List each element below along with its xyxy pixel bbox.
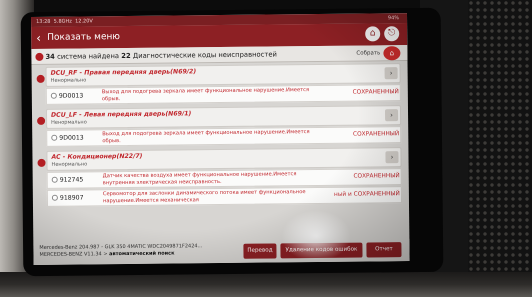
dtc-code: 9D0013 (58, 92, 84, 100)
dtc-description: Выход для подогрева зеркала имеет функци… (102, 129, 310, 144)
module-ac: AC - Кондиционер(N22/7) Ненормально › 91… (32, 147, 408, 207)
codes-label: Диагностические коды неисправностей (132, 50, 277, 60)
status-time: 13:28 (36, 18, 51, 25)
summary-bar: 34 система найдена 22 Диагностические ко… (31, 45, 408, 65)
dtc-status: ный и СОХРАНЕННЫЙ (334, 191, 400, 198)
module-name: DCU_RF - Правая передняя дверь(N69/2) (50, 68, 197, 77)
dtc-code: 9D0013 (59, 134, 84, 142)
vehicle-line2: MERCEDES-BENZ V11.34 > автоматический по… (39, 249, 224, 257)
status-voltage: 12.20V (75, 18, 93, 25)
vehicle-mode: автоматический поиск (109, 250, 175, 257)
vehicle-info: Mercedes-Benz 204.987 - GLK 350 4MATIC W… (39, 243, 224, 258)
tablet-screen: 13:28 5.8GHz 12.20V 94% ‹ Показать меню … (31, 13, 410, 265)
systems-count: 34 (45, 52, 55, 61)
module-name: AC - Кондиционер(N22/7) (51, 152, 143, 161)
dtc-row[interactable]: 9D0013 Выход для подогрева зеркала имеет… (46, 126, 402, 147)
radio-icon[interactable] (51, 134, 58, 141)
home-icon[interactable]: ⌂ (365, 26, 381, 42)
dtc-description: Выход для подогрева зеркала имеет функци… (101, 87, 310, 102)
systems-label: система найдена (57, 52, 120, 61)
radio-icon[interactable] (50, 92, 57, 99)
status-signal: 5.8GHz (53, 18, 72, 25)
dtc-description: Датчик качества воздуха имеет функционал… (102, 171, 297, 186)
back-arrow-icon[interactable]: ‹ (36, 31, 41, 45)
vehicle-prefix: MERCEDES-BENZ V11.34 > (39, 250, 108, 258)
dtc-row[interactable]: 9D0013 Выход для подогрева зеркала имеет… (45, 84, 401, 105)
error-indicator-icon (36, 74, 45, 83)
collect-icon[interactable]: ⌂ (383, 46, 401, 61)
dtc-status: СОХРАНЕННЫЙ (352, 131, 400, 138)
speaker-mesh (468, 0, 532, 297)
module-dcu-lf: DCU_LF - Левая передняя дверь(N69/1) Нен… (32, 105, 408, 147)
module-status: Ненормально (50, 77, 87, 84)
dtc-description: Сервомотор для заслонки динамического по… (102, 189, 306, 204)
error-indicator-icon (35, 52, 44, 61)
module-status: Ненормально (51, 161, 88, 168)
radio-icon[interactable] (51, 176, 58, 183)
page-title: Показать меню (47, 32, 121, 43)
radio-icon[interactable] (51, 194, 58, 201)
dtc-status: СОХРАНЕННЫЙ (352, 89, 399, 96)
dtc-status: СОХРАНЕННЫЙ (353, 173, 400, 180)
clear-codes-button[interactable]: Удаление кодов ошибок (280, 242, 363, 259)
module-status: Ненормально (51, 119, 87, 126)
report-button[interactable]: Отчет (366, 242, 402, 258)
codes-count: 22 (121, 51, 131, 61)
summary-text: 34 система найдена 22 Диагностические ко… (45, 49, 277, 61)
chevron-right-icon[interactable]: › (384, 109, 399, 122)
dtc-code: 912745 (59, 176, 84, 184)
status-battery: 94% (387, 15, 400, 22)
exit-icon[interactable]: ⎋ (384, 26, 400, 42)
chevron-right-icon[interactable]: › (384, 67, 398, 80)
translate-button[interactable]: Перевод (243, 243, 277, 259)
module-header[interactable]: AC - Кондиционер(N22/7) Ненормально › (46, 147, 402, 171)
footer-bar: Mercedes-Benz 204.987 - GLK 350 4MATIC W… (33, 239, 410, 265)
photo-background-bottom (0, 272, 532, 297)
dtc-row[interactable]: 918907 Сервомотор для заслонки динамичес… (46, 186, 402, 207)
error-indicator-icon (37, 158, 46, 167)
module-name: DCU_LF - Левая передняя дверь(N69/1) (50, 110, 192, 119)
module-header[interactable]: DCU_LF - Левая передняя дверь(N69/1) Нен… (45, 105, 402, 129)
chevron-right-icon[interactable]: › (385, 151, 399, 164)
error-indicator-icon (37, 116, 46, 125)
dtc-code: 918907 (59, 194, 84, 202)
collect-button[interactable]: Собрать (356, 49, 380, 57)
module-header[interactable]: DCU_RF - Правая передняя дверь(N69/2) Не… (45, 63, 401, 87)
